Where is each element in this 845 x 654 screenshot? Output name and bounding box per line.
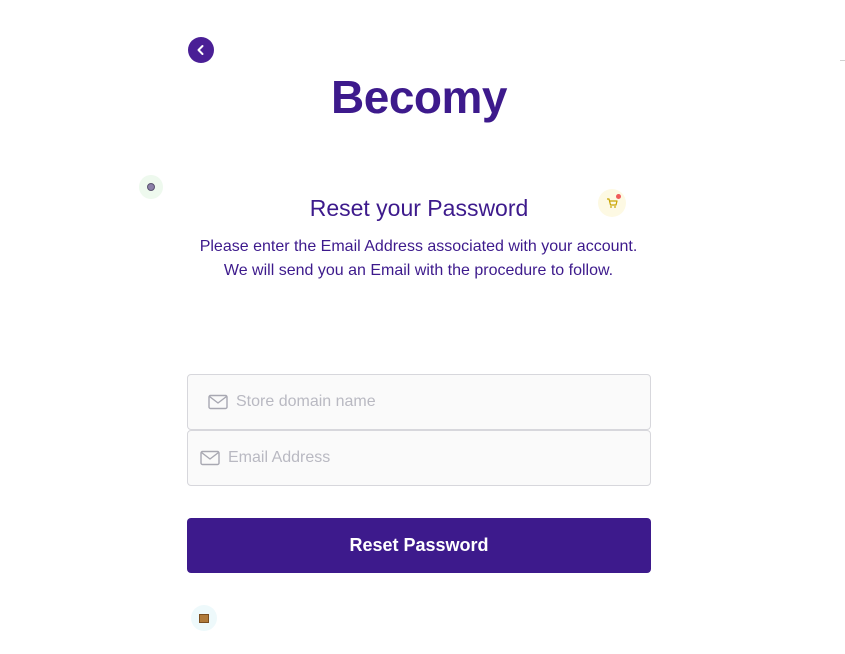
store-domain-input[interactable] [236,375,650,429]
page-description: Please enter the Email Address associate… [199,238,638,279]
mail-icon [208,392,228,412]
back-button[interactable] [188,37,214,63]
brand-logo: Becomy [331,71,507,123]
email-field[interactable] [187,430,651,486]
mail-icon [200,448,220,468]
store-domain-field[interactable] [187,374,651,430]
chevron-left-icon [195,44,207,56]
divider [840,60,845,61]
reset-password-button[interactable]: Reset Password [187,518,651,573]
email-input[interactable] [228,431,650,485]
package-icon [191,605,217,631]
page-title: Reset your Password [309,195,529,221]
